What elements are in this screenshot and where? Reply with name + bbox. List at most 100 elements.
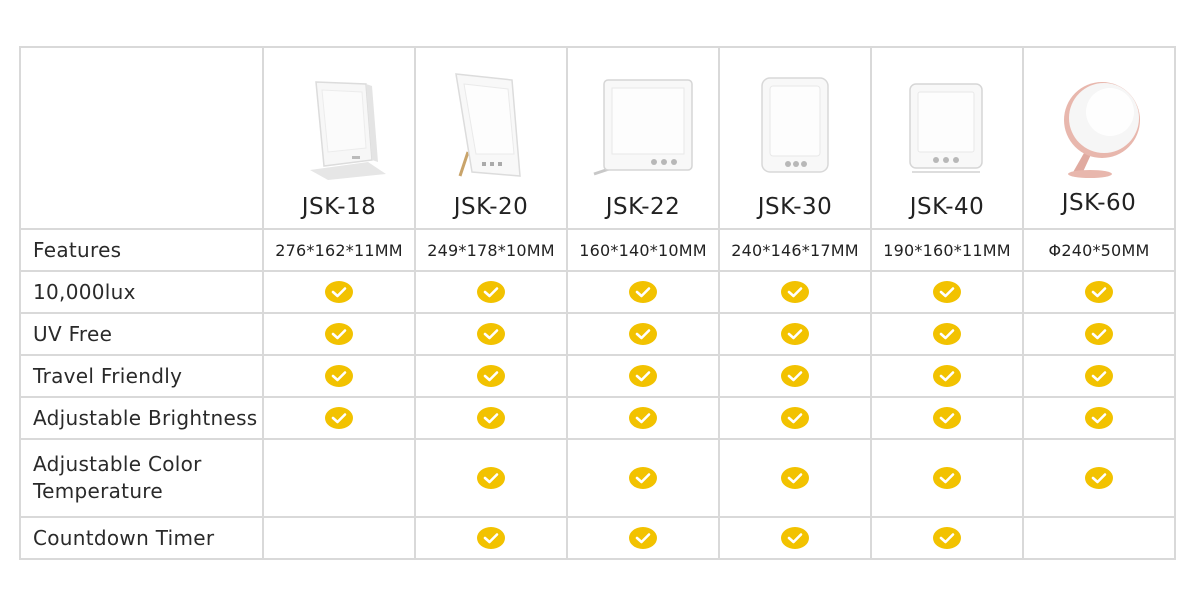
product-cell: JSK-30	[718, 46, 872, 230]
checkmark-icon	[781, 281, 809, 303]
feature-cell	[262, 516, 416, 560]
feature-label: Adjustable Brightness	[19, 396, 264, 440]
feature-cell	[262, 354, 416, 398]
feature-cell	[1022, 354, 1176, 398]
feature-cell	[718, 354, 872, 398]
checkmark-icon	[933, 365, 961, 387]
feature-cell	[566, 516, 720, 560]
feature-row: Adjustable Color Temperature	[19, 438, 1176, 518]
feature-cell	[566, 354, 720, 398]
checkmark-icon	[781, 527, 809, 549]
feature-cell	[414, 354, 568, 398]
product-name: JSK-22	[605, 194, 681, 220]
checkmark-icon	[629, 467, 657, 489]
product-cell: JSK-40	[870, 46, 1024, 230]
checkmark-icon	[477, 467, 505, 489]
feature-rows: 10,000lux UV Free Travel Friendly Adjustabl…	[19, 270, 1176, 560]
lamp-jsk-30-image	[761, 77, 829, 173]
checkmark-icon	[933, 527, 961, 549]
checkmark-icon	[1085, 407, 1113, 429]
feature-cell	[414, 312, 568, 356]
checkmark-icon	[477, 365, 505, 387]
checkmark-icon	[477, 527, 505, 549]
checkmark-icon	[1085, 467, 1113, 489]
feature-cell	[262, 270, 416, 314]
feature-cell	[870, 516, 1024, 560]
feature-cell	[566, 438, 720, 518]
checkmark-icon	[781, 467, 809, 489]
feature-cell	[414, 516, 568, 560]
checkmark-icon	[781, 323, 809, 345]
feature-cell	[1022, 438, 1176, 518]
feature-cell	[1022, 516, 1176, 560]
checkmark-icon	[933, 323, 961, 345]
feature-cell	[414, 270, 568, 314]
checkmark-icon	[629, 365, 657, 387]
feature-cell	[1022, 312, 1176, 356]
checkmark-icon	[1085, 323, 1113, 345]
header-row: JSK-18 JSK-20 JSK-22 JSK-30 JSK-40 JSK-6…	[19, 46, 1176, 230]
feature-cell	[718, 396, 872, 440]
header-blank-cell	[19, 46, 264, 230]
checkmark-icon	[933, 281, 961, 303]
feature-label: 10,000lux	[19, 270, 264, 314]
checkmark-icon	[629, 407, 657, 429]
feature-row: 10,000lux	[19, 270, 1176, 314]
feature-cell	[718, 270, 872, 314]
feature-row: Countdown Timer	[19, 516, 1176, 560]
feature-label-line: Temperature	[33, 479, 163, 503]
product-name: JSK-60	[1061, 190, 1137, 216]
checkmark-icon	[781, 365, 809, 387]
feature-label: Countdown Timer	[19, 516, 264, 560]
dimension-value: 190*160*11MM	[870, 228, 1024, 272]
feature-cell	[566, 396, 720, 440]
feature-cell	[1022, 396, 1176, 440]
feature-label: UV Free	[19, 312, 264, 356]
checkmark-icon	[477, 281, 505, 303]
checkmark-icon	[629, 527, 657, 549]
lamp-jsk-40-image	[909, 83, 983, 173]
feature-cell	[414, 438, 568, 518]
product-cell: JSK-20	[414, 46, 568, 230]
checkmark-icon	[933, 467, 961, 489]
checkmark-icon	[629, 323, 657, 345]
dimension-value: 276*162*11MM	[262, 228, 416, 272]
feature-cell	[870, 270, 1024, 314]
product-cell: JSK-22	[566, 46, 720, 230]
checkmark-icon	[477, 323, 505, 345]
checkmark-icon	[629, 281, 657, 303]
checkmark-icon	[325, 365, 353, 387]
feature-cell	[870, 312, 1024, 356]
feature-label: Travel Friendly	[19, 354, 264, 398]
feature-cell	[718, 312, 872, 356]
checkmark-icon	[325, 323, 353, 345]
checkmark-icon	[933, 407, 961, 429]
features-label: Features	[19, 228, 264, 272]
product-name: JSK-30	[757, 194, 833, 220]
dimension-value: 240*146*17MM	[718, 228, 872, 272]
feature-row: Travel Friendly	[19, 354, 1176, 398]
feature-cell	[718, 438, 872, 518]
product-cell: JSK-60	[1022, 46, 1176, 230]
feature-cell	[1022, 270, 1176, 314]
feature-row: UV Free	[19, 312, 1176, 356]
dimension-value: 249*178*10MM	[414, 228, 568, 272]
feature-cell	[414, 396, 568, 440]
feature-cell	[566, 270, 720, 314]
product-name: JSK-20	[453, 194, 529, 220]
checkmark-icon	[1085, 281, 1113, 303]
feature-row: Adjustable Brightness	[19, 396, 1176, 440]
features-row: Features 276*162*11MM 249*178*10MM 160*1…	[19, 228, 1176, 272]
feature-cell	[262, 438, 416, 518]
lamp-jsk-60-image	[1064, 82, 1140, 178]
checkmark-icon	[781, 407, 809, 429]
feature-cell	[566, 312, 720, 356]
dimension-value: 160*140*10MM	[566, 228, 720, 272]
feature-cell	[718, 516, 872, 560]
checkmark-icon	[325, 407, 353, 429]
product-cell: JSK-18	[262, 46, 416, 230]
feature-cell	[262, 396, 416, 440]
comparison-table: JSK-18 JSK-20 JSK-22 JSK-30 JSK-40 JSK-6…	[19, 46, 1176, 560]
feature-cell	[870, 354, 1024, 398]
lamp-jsk-22-image	[593, 79, 693, 176]
